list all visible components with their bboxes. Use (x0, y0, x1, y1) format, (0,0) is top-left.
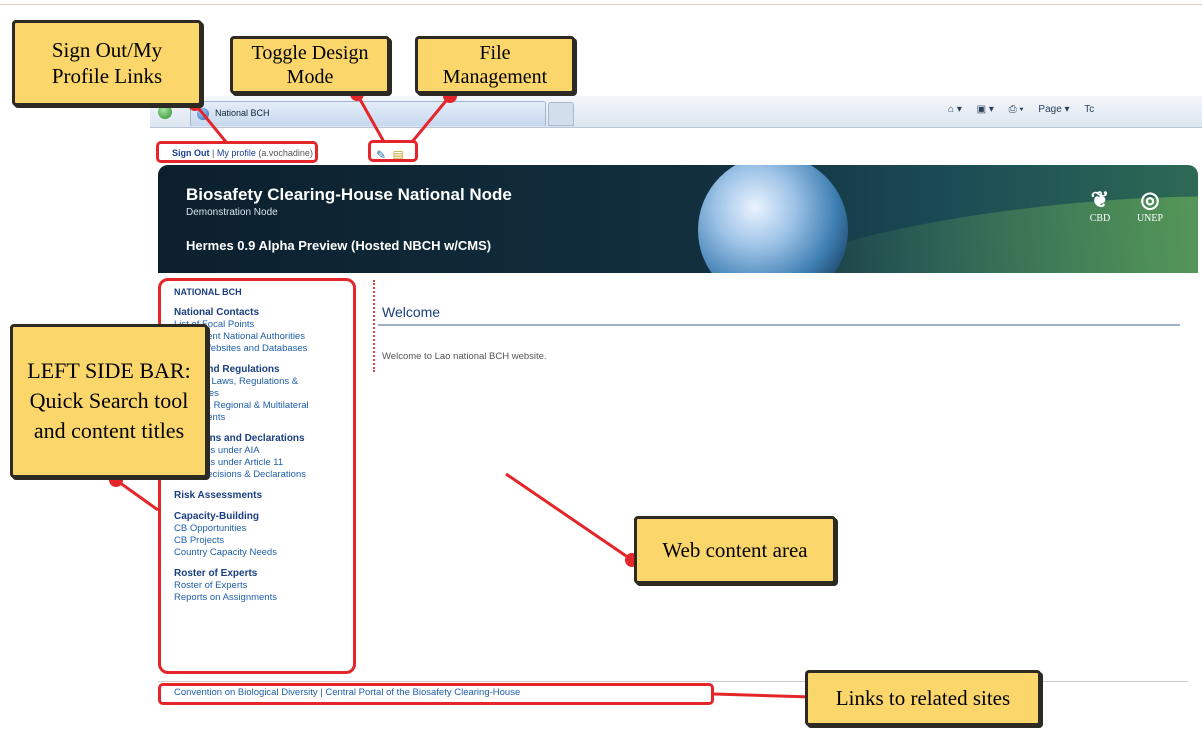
back-icon[interactable] (158, 105, 172, 119)
callout-left-sidebar: LEFT SIDE BAR: Quick Search tool and con… (10, 324, 208, 478)
unep-logo-label: UNEP (1136, 213, 1164, 224)
home-icon[interactable]: ⌂ ▾ (948, 104, 962, 115)
title-underline (378, 324, 1180, 326)
globe-image (698, 165, 848, 273)
site-version: Hermes 0.9 Alpha Preview (Hosted NBCH w/… (186, 238, 492, 253)
unep-emblem-icon: ◎ (1140, 187, 1160, 212)
cbd-leaf-icon: ❦ (1090, 187, 1110, 212)
browser-tab-title: National BCH (215, 108, 270, 118)
callout-file-management: File Management (415, 36, 575, 94)
browser-toolbar: National BCH ⌂ ▾ ▣ ▾ ⎙ ▾ Page ▾ Tc (150, 96, 1202, 128)
welcome-text: Welcome to Lao national BCH website. (382, 351, 547, 362)
callout-web-content: Web content area (634, 516, 836, 584)
feeds-icon[interactable]: ▣ ▾ (977, 104, 994, 115)
site-subtitle: Demonstration Node (186, 207, 278, 218)
sidebar-divider (373, 280, 375, 372)
tools-menu-button[interactable]: Tc (1084, 104, 1094, 115)
print-icon[interactable]: ⎙ ▾ (1009, 104, 1024, 115)
callout-toggle-design: Toggle Design Mode (230, 36, 390, 94)
unep-logo[interactable]: ◎ UNEP (1130, 187, 1170, 224)
callout-related-links: Links to related sites (805, 670, 1041, 726)
callout-signout-profile: Sign Out/My Profile Links (12, 20, 202, 106)
highlight-footer (158, 683, 714, 705)
site-title: Biosafety Clearing-House National Node (186, 185, 512, 204)
cbd-logo[interactable]: ❦ CBD (1082, 187, 1118, 224)
page-title: Welcome (382, 304, 441, 320)
cbd-logo-label: CBD (1089, 213, 1111, 224)
top-rule (0, 4, 1202, 5)
new-tab-button[interactable] (548, 102, 574, 126)
highlight-design-tools (368, 140, 418, 162)
browser-tools: ⌂ ▾ ▣ ▾ ⎙ ▾ Page ▾ Tc (948, 104, 1106, 115)
highlight-signout (156, 141, 318, 163)
site-banner: Biosafety Clearing-House National Node D… (158, 165, 1198, 273)
page-menu-button[interactable]: Page ▾ (1038, 104, 1069, 115)
browser-tab[interactable]: National BCH (190, 101, 546, 126)
